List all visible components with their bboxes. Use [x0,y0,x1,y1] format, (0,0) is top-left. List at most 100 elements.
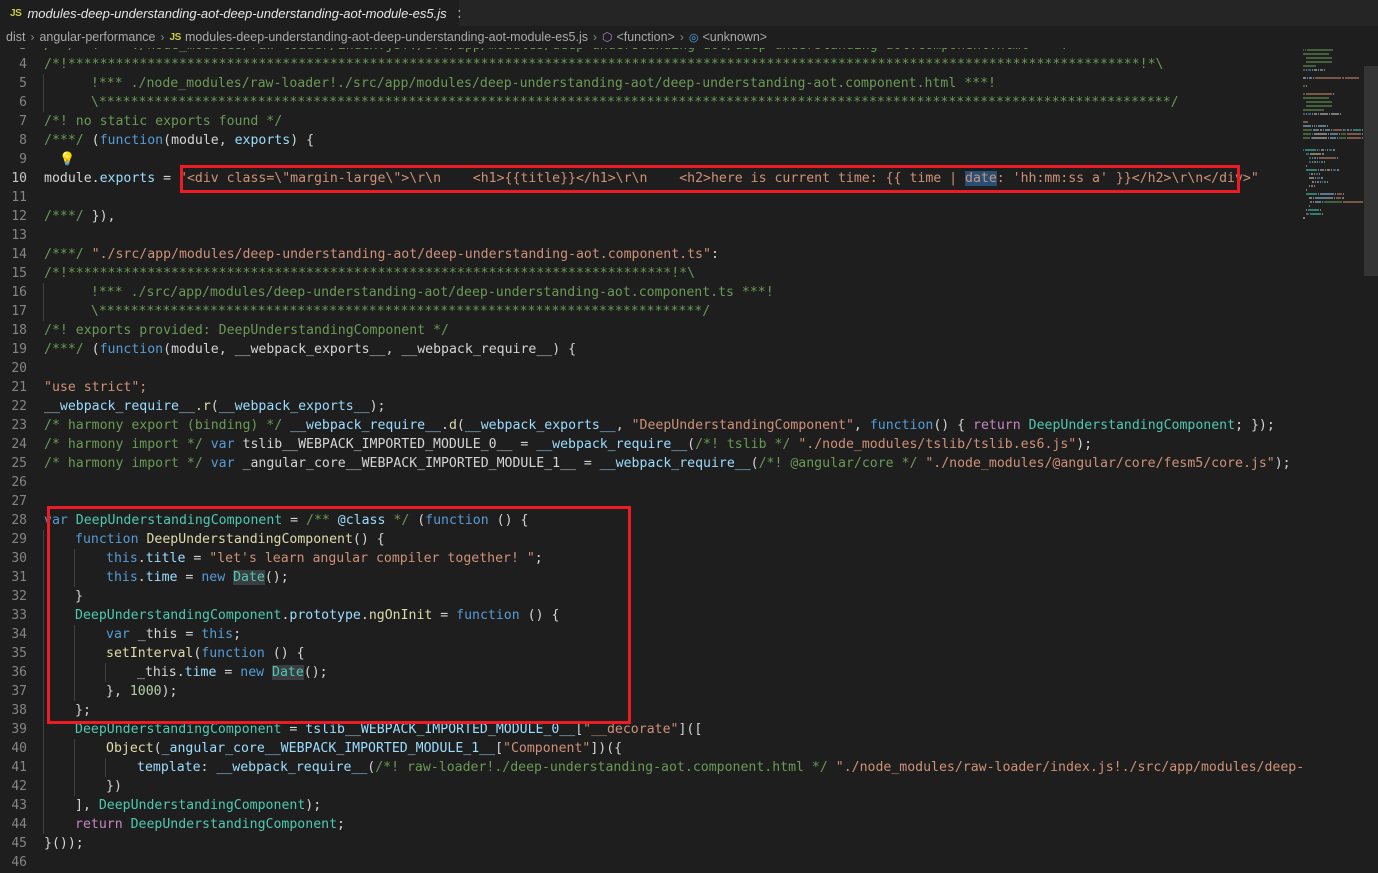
code-line-content: function DeepUnderstandingComponent() { [43,530,385,549]
code-line[interactable]: 31 this.time = new Date(); [0,568,1378,587]
indent-guide [43,739,75,758]
breadcrumb-item-unknown-symbol[interactable]: ◎ <unknown> [685,30,771,44]
code-line[interactable]: 8/***/ (function(module, exports) { [0,131,1378,150]
code-token: ( [91,133,100,148]
code-line[interactable]: 37}, 1000); [0,682,1378,701]
code-line-content: setInterval(function () { [43,644,305,663]
code-token: */ [60,48,76,53]
code-line[interactable]: 32} [0,587,1378,606]
line-number: 10 [11,171,27,186]
code-token: [ [575,722,584,737]
highlighted-token: Date [233,570,265,585]
indent-guide [43,93,75,112]
code-line[interactable]: 20 [0,359,1378,378]
code-line[interactable]: 29 function DeepUnderstandingComponent() … [0,530,1378,549]
editor-vertical-scrollbar[interactable] [1364,48,1378,873]
code-token: }()); [44,836,84,851]
indent-guide [43,587,75,606]
code-token: var [44,513,68,528]
code-token: var [210,456,235,471]
code-token: ( [91,342,100,357]
code-line[interactable]: 36 _this.time = new Date(); [0,663,1378,682]
code-line[interactable]: 42}) [0,777,1378,796]
code-token: module [171,133,219,148]
code-line[interactable]: 25 /* harmony import */ var _angular_core… [0,454,1378,473]
code-token: ( [153,741,162,756]
code-line-content: module.exports = "<div class=\"margin-la… [44,169,1259,188]
code-line[interactable]: 27 [0,492,1378,511]
scrollbar-thumb[interactable] [1364,66,1378,276]
breadcrumb-item-dist[interactable]: dist [2,30,29,44]
code-token: : 'hh:mm:ss a' }}</h2>\r\n</div>" [996,171,1259,186]
code-line[interactable]: 21 "use strict"; [0,378,1378,397]
code-line[interactable]: 14 /***/ "./src/app/modules/deep-understa… [0,245,1378,264]
code-token: () { [264,646,305,661]
code-token: __webpack_require__ [401,342,553,357]
editor-minimap[interactable] [1302,48,1364,873]
code-token: @class [337,513,386,528]
code-line[interactable]: 33 DeepUnderstandingComponent.prototype.n… [0,606,1378,625]
code-line[interactable]: 17 \************************************… [0,302,1378,321]
code-line[interactable]: 26 [0,473,1378,492]
breadcrumb-item-function-symbol[interactable]: ⬡ <function> [598,30,679,44]
code-line[interactable]: 41 template: __webpack_require__(/*! raw-… [0,758,1378,777]
code-line[interactable]: 28 var DeepUnderstandingComponent = /** @… [0,511,1378,530]
code-token: this [201,627,234,642]
tab-bar-empty-space [460,0,1378,26]
code-line[interactable]: 10 module.exports = "<div class=\"margin-… [0,169,1378,188]
breadcrumb-item-angular-performance[interactable]: angular-performance [35,30,159,44]
code-line[interactable]: 16 !*** ./src/app/modules/deep-understan… [0,283,1378,302]
code-token: ) { [552,342,577,357]
code-line[interactable]: 6 \*************************************… [0,93,1378,112]
code-line[interactable]: 45}()); [0,834,1378,853]
code-token: title [145,551,186,566]
code-token: function [869,418,934,433]
code-line[interactable]: 9 💡 [0,150,1378,169]
code-line[interactable]: 12 /***/ }), [0,207,1378,226]
code-token: !*** ./node_modules/raw-loader!./src/app… [75,76,996,91]
code-token: . [360,608,369,623]
code-token: ); [161,684,178,699]
lightbulb-quickfix-icon[interactable]: 💡 [59,150,75,169]
code-line[interactable]: 40 Object(_angular_core__WEBPACK_IMPORTED… [0,739,1378,758]
code-line[interactable]: 43], DeepUnderstandingComponent); [0,796,1378,815]
code-lines-container[interactable]: 3/**/ !*** ./node_modules/raw-loader/ind… [0,48,1378,873]
code-token: time [145,570,178,585]
code-line[interactable]: 46 [0,853,1378,872]
code-token: return [75,817,123,832]
code-line[interactable]: 30 this.title = "let's learn angular comp… [0,549,1378,568]
code-line[interactable]: 15 /*!***********************************… [0,264,1378,283]
code-line[interactable]: 11 [0,188,1378,207]
highlighted-token: Date [272,665,304,680]
code-line[interactable]: 13 [0,226,1378,245]
editor-tab[interactable]: JS modules-deep-understanding-aot-deep-u… [0,0,468,26]
code-line[interactable]: 38}; [0,701,1378,720]
code-line[interactable]: 5 !*** ./node_modules/raw-loader!./src/a… [0,74,1378,93]
code-token: ( [687,437,696,452]
breadcrumb-item-file[interactable]: JS modules-deep-understanding-aot-deep-u… [166,30,592,44]
line-number: 17 [11,304,27,319]
code-line[interactable]: 44 return DeepUnderstandingComponent; [0,815,1378,834]
code-line[interactable]: 35 setInterval(function () { [0,644,1378,663]
code-line[interactable]: 34 var _this = this; [0,625,1378,644]
code-token: ( [210,399,219,414]
code-line[interactable]: 3/**/ !*** ./node_modules/raw-loader/ind… [0,48,1378,55]
code-token: = [177,627,202,642]
code-line[interactable]: 18 /*! exports provided: DeepUnderstandin… [0,321,1378,340]
code-line[interactable]: 19/***/ (function(module, __webpack_expo… [0,340,1378,359]
code-line-content: /* harmony import */ var _angular_core__… [44,454,1291,473]
code-line[interactable]: 23 /* harmony export (binding) */ __webpa… [0,416,1378,435]
code-token: \***************************************… [75,304,711,319]
indent-guide [74,568,106,587]
code-line[interactable]: 7 /*! no static exports found */ [0,112,1378,131]
code-token: var [106,627,130,642]
code-token: __webpack_exports__ [234,342,386,357]
symbol-unknown-icon: ◎ [688,31,699,44]
indent-guide [43,283,75,302]
code-token: ; [534,551,543,566]
code-line[interactable]: 24 /* harmony import */ var tslib__WEBPAC… [0,435,1378,454]
code-line[interactable]: 39 DeepUnderstandingComponent = tslib__WE… [0,720,1378,739]
code-line[interactable]: 4 /*!************************************… [0,55,1378,74]
code-editor[interactable]: 3/**/ !*** ./node_modules/raw-loader/ind… [0,48,1378,873]
code-line[interactable]: 22 __webpack_require__.r(__webpack_export… [0,397,1378,416]
